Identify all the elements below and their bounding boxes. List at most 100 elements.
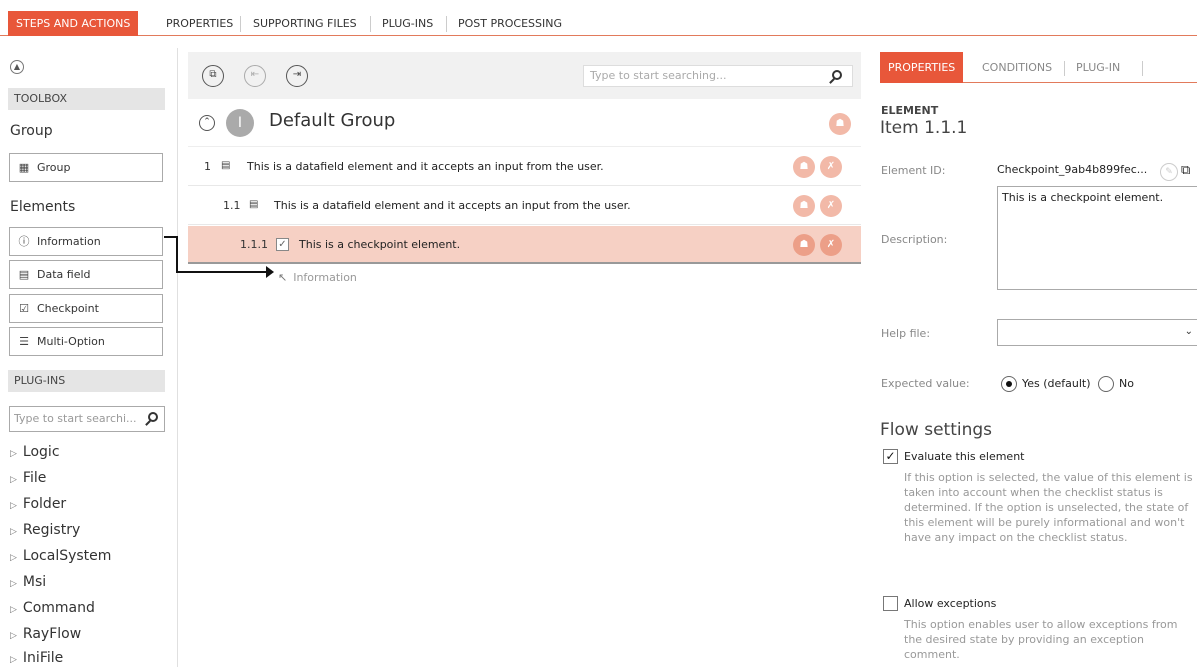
drop-hint: ↖ Information	[278, 271, 357, 284]
element-row[interactable]: 1.1 ▤ This is a datafield element and it…	[188, 187, 861, 225]
plugin-item-logic[interactable]: ▷ Logic	[10, 444, 60, 460]
tab-plug-in[interactable]: PLUG-IN	[1068, 52, 1128, 83]
plugin-item-folder[interactable]: ▷ Folder	[10, 496, 66, 512]
expected-no-label: No	[1119, 377, 1134, 390]
allow-exceptions-label: Allow exceptions	[904, 597, 997, 610]
checkbox-icon: ✓	[276, 238, 289, 251]
disable-icon[interactable]: ✗	[820, 234, 842, 256]
tab-separator	[1064, 61, 1065, 76]
group-badge: I	[226, 109, 254, 137]
copy-to-clipboard-icon[interactable]: ⧉	[1181, 162, 1197, 180]
description-label: Description:	[881, 233, 948, 246]
properties-tab-bar: PROPERTIES CONDITIONS PLUG-IN	[880, 52, 1197, 83]
datafield-icon: ▤	[18, 268, 30, 281]
checkbox-icon: ☑	[19, 302, 29, 315]
tab-properties[interactable]: PROPERTIES	[880, 52, 964, 83]
plugin-item-registry[interactable]: ▷ Registry	[10, 522, 80, 538]
tab-plug-ins[interactable]: PLUG-INS	[374, 12, 441, 36]
row-text: This is a datafield element and it accep…	[274, 199, 631, 212]
toolbox-checkpoint-button[interactable]: ☑ Checkpoint	[9, 294, 163, 323]
expected-value-label: Expected value:	[881, 377, 970, 390]
element-id-label: Element ID:	[881, 164, 946, 177]
plugin-label: Registry	[22, 522, 81, 538]
tab-properties[interactable]: PROPERTIES	[158, 12, 241, 36]
plugin-item-file[interactable]: ▷ File	[10, 470, 46, 486]
tab-conditions[interactable]: CONDITIONS	[974, 52, 1060, 83]
element-row[interactable]: 1 ▤ This is a datafield element and it a…	[188, 148, 861, 186]
main-toolbar: ⧉ ⇤ ⇥ Type to start searching...	[188, 52, 861, 99]
toolbox-multioption-label: Multi-Option	[37, 335, 105, 348]
multi-option-icon: ☰	[19, 335, 29, 348]
main-search-placeholder: Type to start searching...	[590, 69, 727, 82]
allow-exceptions-checkbox[interactable]	[883, 596, 898, 611]
group-section-title: Group	[10, 123, 53, 139]
expected-no-radio[interactable]	[1098, 376, 1114, 392]
top-tab-bar: STEPS AND ACTIONS PROPERTIES SUPPORTING …	[0, 0, 1197, 36]
evaluate-checkbox[interactable]: ✓	[883, 449, 898, 464]
tab-post-processing[interactable]: POST PROCESSING	[450, 12, 570, 36]
disable-icon[interactable]: ✗	[820, 156, 842, 178]
expand-triangle-icon: ▷	[10, 631, 17, 641]
tab-separator	[240, 16, 241, 32]
drop-hint-label: Information	[293, 271, 357, 284]
toolbox-datafield-button[interactable]: ▤ Data field	[9, 260, 163, 289]
datafield-icon: ▤	[221, 160, 231, 171]
row-number: 1.1	[223, 199, 241, 212]
toolbox-information-button[interactable]: ⓘ Information	[9, 227, 163, 256]
copy-icon[interactable]: ⧉	[202, 65, 224, 87]
expand-triangle-icon: ▷	[10, 501, 17, 511]
group-row[interactable]: ⌃ I Default Group ☗	[188, 101, 861, 147]
help-file-select[interactable]: ⌄	[997, 319, 1197, 346]
expand-triangle-icon: ▷	[10, 579, 17, 589]
plugins-search-input[interactable]: Type to start searchi...	[9, 406, 165, 432]
tab-separator	[446, 16, 447, 32]
hierarchy-icon[interactable]: ☗	[793, 234, 815, 256]
outdent-icon[interactable]: ⇤	[244, 65, 266, 87]
chevron-down-icon: ⌄	[1184, 326, 1193, 337]
plugin-item-inifile[interactable]: ▷ IniFile	[10, 650, 63, 666]
plugin-label: Command	[22, 600, 95, 616]
row-text: This is a checkpoint element.	[299, 238, 461, 251]
row-text: This is a datafield element and it accep…	[247, 160, 604, 173]
main-search-input[interactable]: Type to start searching...	[583, 65, 853, 87]
toolbox-information-label: Information	[37, 235, 101, 248]
plugin-label: Folder	[22, 496, 67, 512]
tab-supporting-files[interactable]: SUPPORTING FILES	[245, 12, 365, 36]
plugin-item-localsystem[interactable]: ▷ LocalSystem	[10, 548, 111, 564]
datafield-icon: ▤	[249, 199, 259, 210]
collapse-group-icon[interactable]: ⌃	[199, 115, 215, 131]
toolbox-group-label: Group	[37, 161, 71, 174]
toolbox-header: TOOLBOX	[8, 88, 165, 110]
expand-triangle-icon: ▷	[10, 655, 17, 665]
description-textarea[interactable]: This is a checkpoint element.	[997, 186, 1197, 290]
collapse-panel-icon[interactable]: ▲	[10, 60, 24, 74]
toolbox-checkpoint-label: Checkpoint	[37, 302, 99, 315]
disable-icon[interactable]: ✗	[820, 195, 842, 217]
hierarchy-icon[interactable]: ☗	[829, 113, 851, 135]
hierarchy-icon[interactable]: ☗	[793, 156, 815, 178]
allow-exceptions-description: This option enables user to allow except…	[904, 618, 1178, 661]
expected-yes-radio[interactable]	[1001, 376, 1017, 392]
search-icon[interactable]	[832, 70, 842, 80]
plugin-label: File	[22, 470, 47, 486]
plugin-label: Logic	[22, 444, 60, 460]
toolbox-multioption-button[interactable]: ☰ Multi-Option	[9, 327, 163, 356]
group-icon: ▦	[18, 161, 30, 174]
toolbox-group-button[interactable]: ▦ Group	[9, 153, 163, 182]
evaluate-description: If this option is selected, the value of…	[904, 471, 1193, 544]
plugin-item-msi[interactable]: ▷ Msi	[10, 574, 46, 590]
element-row-selected[interactable]: 1.1.1 ✓ This is a checkpoint element. ☗ …	[188, 226, 861, 264]
element-id-value: Checkpoint_9ab4b899fec...	[997, 163, 1148, 176]
hierarchy-icon[interactable]: ☗	[793, 195, 815, 217]
elements-section-title: Elements	[10, 199, 76, 215]
indent-icon[interactable]: ⇥	[286, 65, 308, 87]
tab-steps-and-actions[interactable]: STEPS AND ACTIONS	[8, 11, 139, 36]
group-title: Default Group	[269, 110, 396, 131]
edit-icon[interactable]: ✎	[1160, 163, 1178, 181]
plugin-label: RayFlow	[22, 626, 82, 642]
search-icon[interactable]	[148, 412, 158, 422]
plugin-item-rayflow[interactable]: ▷ RayFlow	[10, 626, 81, 642]
help-file-label: Help file:	[881, 327, 931, 340]
expand-triangle-icon: ▷	[10, 475, 17, 485]
plugin-item-command[interactable]: ▷ Command	[10, 600, 95, 616]
